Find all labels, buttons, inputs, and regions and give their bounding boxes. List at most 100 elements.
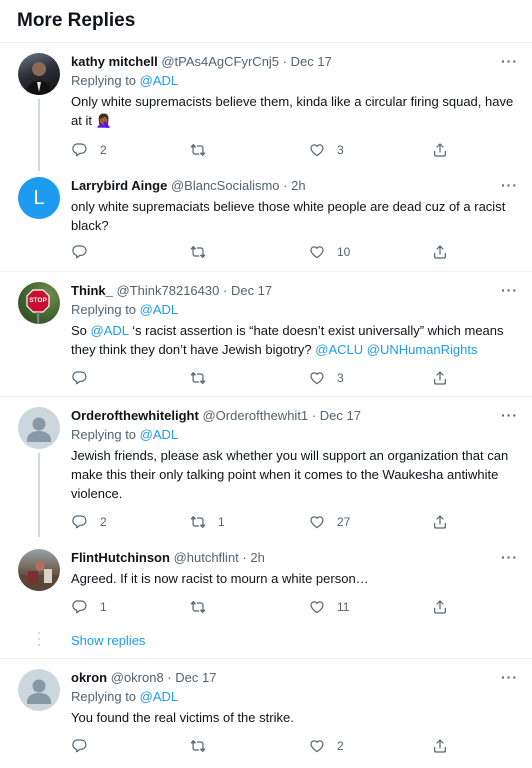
separator: · xyxy=(242,550,247,565)
user-handle[interactable]: @Orderofthewhit1 xyxy=(202,408,308,423)
more-horizontal-icon[interactable]: ··· xyxy=(501,177,518,193)
reply-icon xyxy=(72,142,88,158)
mention-link[interactable]: @UNHumanRights xyxy=(367,342,478,357)
user-handle[interactable]: @hutchflint xyxy=(174,550,239,565)
like-button[interactable]: 11 xyxy=(309,598,349,616)
heart-icon xyxy=(309,370,325,386)
retweet-button[interactable]: 1 xyxy=(190,513,225,531)
retweet-count: 1 xyxy=(218,515,225,529)
mention-link[interactable]: @ADL xyxy=(91,323,129,338)
mention-link[interactable]: @ADL xyxy=(140,73,179,88)
retweet-icon xyxy=(190,142,206,158)
tweet-text: Jewish friends, please ask whether you w… xyxy=(71,448,509,501)
heart-icon xyxy=(309,738,325,754)
mention-link[interactable]: @ADL xyxy=(140,427,179,442)
mention-link[interactable]: @ADL xyxy=(140,302,179,317)
more-horizontal-icon[interactable]: ··· xyxy=(501,669,518,685)
user-handle[interactable]: @BlancSocialismo xyxy=(171,178,280,193)
avatar[interactable] xyxy=(18,549,60,591)
share-icon xyxy=(432,142,448,158)
heart-icon xyxy=(309,142,325,158)
timestamp[interactable]: Dec 17 xyxy=(320,408,361,423)
more-horizontal-icon[interactable]: ··· xyxy=(501,407,518,423)
timestamp[interactable]: Dec 17 xyxy=(175,670,216,685)
replying-to: Replying to @ADL xyxy=(71,426,516,444)
tweet[interactable]: kathy mitchell @tPAs4AgCFyrCnj5 · Dec 17… xyxy=(0,43,532,171)
reply-button[interactable] xyxy=(72,737,100,755)
retweet-icon xyxy=(190,244,206,260)
retweet-icon xyxy=(190,738,206,754)
retweet-button[interactable] xyxy=(190,141,218,159)
share-button[interactable] xyxy=(432,141,448,159)
display-name[interactable]: Larrybird Ainge xyxy=(71,178,167,193)
tweet-text: only white supremaciats believe those wh… xyxy=(71,199,506,233)
share-button[interactable] xyxy=(432,598,448,616)
tweet[interactable]: L Larrybird Ainge @BlancSocialismo · 2h … xyxy=(0,171,532,271)
retweet-button[interactable] xyxy=(190,598,218,616)
reply-button[interactable]: 2 xyxy=(72,141,107,159)
timestamp[interactable]: 2h xyxy=(250,550,264,565)
avatar[interactable] xyxy=(18,669,60,711)
mention-link[interactable]: @ADL xyxy=(140,689,179,704)
more-horizontal-icon[interactable]: ··· xyxy=(501,53,518,69)
stop-sign-text: STOP xyxy=(29,297,47,304)
like-button[interactable]: 2 xyxy=(309,737,344,755)
heart-icon xyxy=(309,514,325,530)
like-count: 3 xyxy=(337,143,344,157)
reply-button[interactable] xyxy=(72,243,100,261)
timestamp[interactable]: Dec 17 xyxy=(291,54,332,69)
heart-icon xyxy=(309,244,325,260)
share-icon xyxy=(432,514,448,530)
like-button[interactable]: 3 xyxy=(309,369,344,387)
tweet[interactable]: okron @okron8 · Dec 17 Replying to @ADL … xyxy=(0,659,532,768)
replying-prefix: Replying to xyxy=(71,73,137,88)
tweet[interactable]: STOP Think_ @Think78216430 · Dec 17 Repl… xyxy=(0,272,532,396)
share-button[interactable] xyxy=(432,369,448,387)
more-horizontal-icon[interactable]: ··· xyxy=(501,282,518,298)
like-count: 10 xyxy=(337,245,351,259)
retweet-button[interactable] xyxy=(190,369,218,387)
reply-icon xyxy=(72,370,88,386)
avatar[interactable] xyxy=(18,53,60,95)
share-button[interactable] xyxy=(432,737,448,755)
show-replies-link[interactable]: Show replies xyxy=(71,633,145,648)
more-horizontal-icon[interactable]: ··· xyxy=(501,549,518,565)
avatar[interactable]: STOP xyxy=(18,282,60,324)
retweet-icon xyxy=(190,514,206,530)
timestamp[interactable]: 2h xyxy=(291,178,305,193)
retweet-button[interactable] xyxy=(190,243,218,261)
like-button[interactable]: 27 xyxy=(309,513,350,531)
like-button[interactable]: 3 xyxy=(309,141,344,159)
tweet-text: Only white supremacists believe them, ki… xyxy=(71,94,514,128)
separator: · xyxy=(311,408,317,423)
display-name[interactable]: Orderofthewhitelight xyxy=(71,408,199,423)
user-handle[interactable]: @okron8 xyxy=(111,670,164,685)
thread-continuation xyxy=(38,632,40,650)
reply-button[interactable]: 2 xyxy=(72,513,107,531)
retweet-button[interactable] xyxy=(190,737,218,755)
share-icon xyxy=(432,370,448,386)
avatar[interactable]: L xyxy=(18,177,60,219)
display-name[interactable]: kathy mitchell xyxy=(71,54,158,69)
share-button[interactable] xyxy=(432,243,448,261)
reply-button[interactable]: 1 xyxy=(72,598,107,616)
tweet[interactable]: Orderofthewhitelight @Orderofthewhit1 · … xyxy=(0,397,532,537)
user-handle[interactable]: @Think78216430 xyxy=(117,283,220,298)
like-count: 27 xyxy=(337,515,351,529)
like-count: 3 xyxy=(337,371,344,385)
display-name[interactable]: okron xyxy=(71,670,107,685)
thread-line xyxy=(38,99,40,171)
timestamp[interactable]: Dec 17 xyxy=(231,283,272,298)
tweet-text: You found the real victims of the strike… xyxy=(71,710,294,725)
share-button[interactable] xyxy=(432,513,448,531)
display-name[interactable]: FlintHutchinson xyxy=(71,550,170,565)
like-button[interactable]: 10 xyxy=(309,243,350,261)
tweet-actions: 2 1 27 xyxy=(72,513,452,531)
avatar[interactable] xyxy=(18,407,60,449)
mention-link[interactable]: @ACLU xyxy=(315,342,363,357)
tweet-header: okron @okron8 · Dec 17 xyxy=(71,669,516,687)
user-handle[interactable]: @tPAs4AgCFyrCnj5 xyxy=(161,54,279,69)
display-name[interactable]: Think_ xyxy=(71,283,113,298)
reply-button[interactable] xyxy=(72,369,100,387)
replying-prefix: Replying to xyxy=(71,689,137,704)
